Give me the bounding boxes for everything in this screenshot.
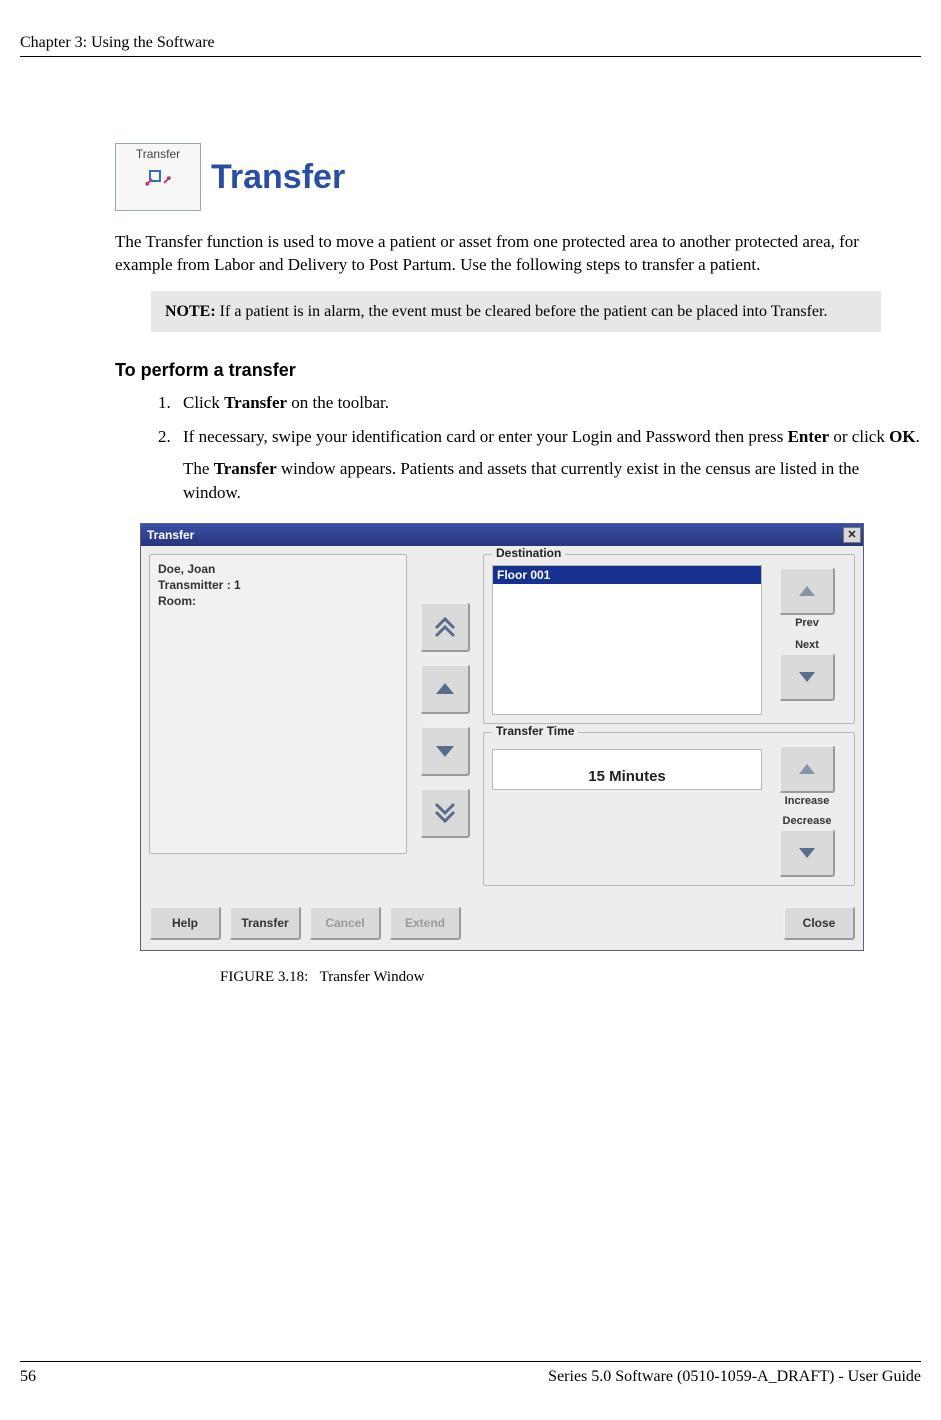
up-arrow-icon [430, 674, 460, 704]
step-2-text-e: . [916, 427, 920, 446]
transfer-time-increase-label: Increase [785, 795, 830, 807]
step-1-bold: Transfer [224, 393, 287, 412]
intro-paragraph: The Transfer function is used to move a … [115, 231, 920, 277]
destination-prev-label: Prev [795, 617, 819, 629]
running-header: Chapter 3: Using the Software [20, 34, 921, 57]
list-bottom-button[interactable] [420, 788, 470, 838]
footer-right-text: Series 5.0 Software (0510-1059-A_DRAFT) … [548, 1368, 921, 1386]
destination-prev-button[interactable] [779, 567, 835, 615]
transfer-time-decrease-button[interactable] [779, 829, 835, 877]
step-2: If necessary, swipe your identification … [175, 425, 920, 504]
procedure-subhead: To perform a transfer [115, 360, 920, 381]
destination-item-selected[interactable]: Floor 001 [493, 566, 761, 584]
section-title: Transfer [211, 158, 345, 197]
page-content: Transfer Transfer The Transfer function … [20, 143, 920, 986]
double-up-arrow-icon [430, 612, 460, 642]
down-arrow-icon [430, 736, 460, 766]
window-grid: Doe, Joan Transmitter : 1 Room: [149, 554, 855, 894]
down-arrow-icon [792, 662, 822, 692]
close-icon: ✕ [847, 528, 856, 541]
destination-listbox[interactable]: Floor 001 [492, 565, 762, 715]
step-1-text-c: on the toolbar. [287, 393, 389, 412]
header-rule [20, 56, 921, 57]
step-2f-c: window appears. Patients and assets that… [183, 459, 859, 502]
transfer-toolbar-icon: Transfer [115, 143, 201, 211]
close-button[interactable]: Close [783, 906, 855, 940]
patient-list-column: Doe, Joan Transmitter : 1 Room: [149, 554, 407, 894]
patient-list-panel[interactable]: Doe, Joan Transmitter : 1 Room: [149, 554, 407, 854]
step-2f-a: The [183, 459, 214, 478]
figure-caption: FIGURE 3.18: Transfer Window [220, 969, 920, 986]
transfer-button[interactable]: Transfer [229, 906, 301, 940]
figure-screenshot: Transfer ✕ Doe, Joan Transmitter : 1 Roo… [140, 523, 920, 986]
list-up-button[interactable] [420, 664, 470, 714]
transfer-icon-label: Transfer [136, 147, 180, 161]
patient-name: Doe, Joan [158, 561, 398, 577]
transfer-time-increase-button[interactable] [779, 745, 835, 793]
step-2f-bold: Transfer [214, 459, 277, 478]
window-titlebar: Transfer ✕ [141, 524, 863, 546]
step-2-followup: The Transfer window appears. Patients an… [183, 457, 920, 505]
up-arrow-icon [792, 576, 822, 606]
transfer-time-value: 15 Minutes [492, 749, 762, 790]
list-top-button[interactable] [420, 602, 470, 652]
note-box: NOTE: If a patient is in alarm, the even… [151, 291, 881, 333]
close-button-label: Close [803, 916, 836, 930]
right-column: Destination Floor 001 [483, 554, 855, 894]
destination-fieldset: Destination Floor 001 [483, 554, 855, 724]
list-nav-column [415, 554, 475, 894]
destination-legend: Destination [492, 546, 565, 560]
cancel-button-label: Cancel [325, 916, 364, 930]
extend-button[interactable]: Extend [389, 906, 461, 940]
step-2-text-c: or click [829, 427, 889, 446]
transfer-time-decrease-label: Decrease [783, 815, 832, 827]
section-heading-row: Transfer Transfer [115, 143, 920, 211]
note-label: NOTE: [165, 303, 216, 320]
transfer-time-legend: Transfer Time [492, 724, 578, 738]
procedure-steps: Click Transfer on the toolbar. If necess… [175, 391, 920, 504]
figure-label: FIGURE 3.18: [220, 969, 308, 985]
up-arrow-icon [792, 754, 822, 784]
destination-next-button[interactable] [779, 653, 835, 701]
transfer-arrows-icon [136, 161, 180, 201]
patient-transmitter: Transmitter : 1 [158, 577, 398, 593]
list-down-button[interactable] [420, 726, 470, 776]
page-number: 56 [20, 1368, 36, 1386]
transfer-window: Transfer ✕ Doe, Joan Transmitter : 1 Roo… [140, 523, 864, 951]
step-1-text-a: Click [183, 393, 224, 412]
window-footer-row: Help Transfer Cancel Extend Close [149, 906, 855, 940]
step-1: Click Transfer on the toolbar. [175, 391, 920, 415]
help-button[interactable]: Help [149, 906, 221, 940]
step-2-text-a: If necessary, swipe your identification … [183, 427, 788, 446]
destination-next-label: Next [795, 639, 819, 651]
extend-button-label: Extend [405, 916, 445, 930]
note-text: If a patient is in alarm, the event must… [216, 303, 828, 320]
figure-caption-text: Transfer Window [320, 969, 425, 985]
window-body: Doe, Joan Transmitter : 1 Room: [141, 546, 863, 950]
page-footer: 56 Series 5.0 Software (0510-1059-A_DRAF… [20, 1361, 921, 1386]
running-header-text: Chapter 3: Using the Software [20, 34, 215, 51]
help-button-label: Help [172, 916, 198, 930]
down-arrow-icon [792, 838, 822, 868]
transfer-time-fieldset: Transfer Time 15 Minutes Increase [483, 732, 855, 886]
double-down-arrow-icon [430, 798, 460, 828]
cancel-button[interactable]: Cancel [309, 906, 381, 940]
window-title: Transfer [147, 528, 194, 542]
window-close-button[interactable]: ✕ [843, 527, 861, 543]
transfer-button-label: Transfer [241, 916, 288, 930]
step-2-bold-enter: Enter [788, 427, 830, 446]
patient-room: Room: [158, 593, 398, 609]
step-2-bold-ok: OK [889, 427, 915, 446]
